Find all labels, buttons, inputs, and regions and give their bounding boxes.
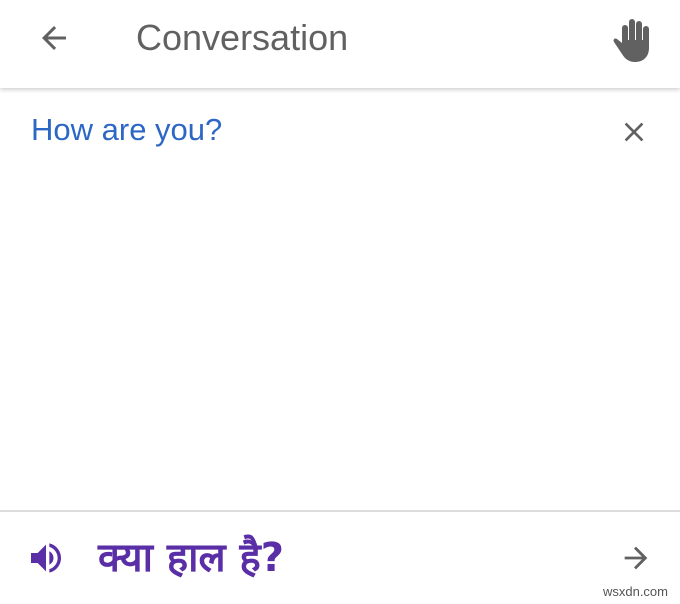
speak-translation-button[interactable] <box>22 534 70 582</box>
open-translation-button[interactable] <box>612 534 660 582</box>
translation-row: क्या हाल है? <box>0 512 680 604</box>
close-icon <box>624 122 644 142</box>
watermark: wsxdn.com <box>602 584 668 599</box>
hand-icon <box>613 19 649 62</box>
hand-button[interactable] <box>606 12 662 68</box>
source-text-panel: How are you? <box>0 88 680 510</box>
app-bar: Conversation <box>0 0 680 88</box>
translated-text: क्या हाल है? <box>98 535 284 581</box>
arrow-back-icon <box>42 26 66 50</box>
arrow-forward-icon <box>624 546 648 570</box>
clear-button[interactable] <box>612 110 656 154</box>
speaker-icon <box>31 543 61 573</box>
source-text[interactable]: How are you? <box>31 110 222 150</box>
page-title: Conversation <box>136 17 349 58</box>
conversation-screen: Conversation How are you? क्या हाल है? w… <box>0 0 680 604</box>
back-button[interactable] <box>26 12 82 64</box>
